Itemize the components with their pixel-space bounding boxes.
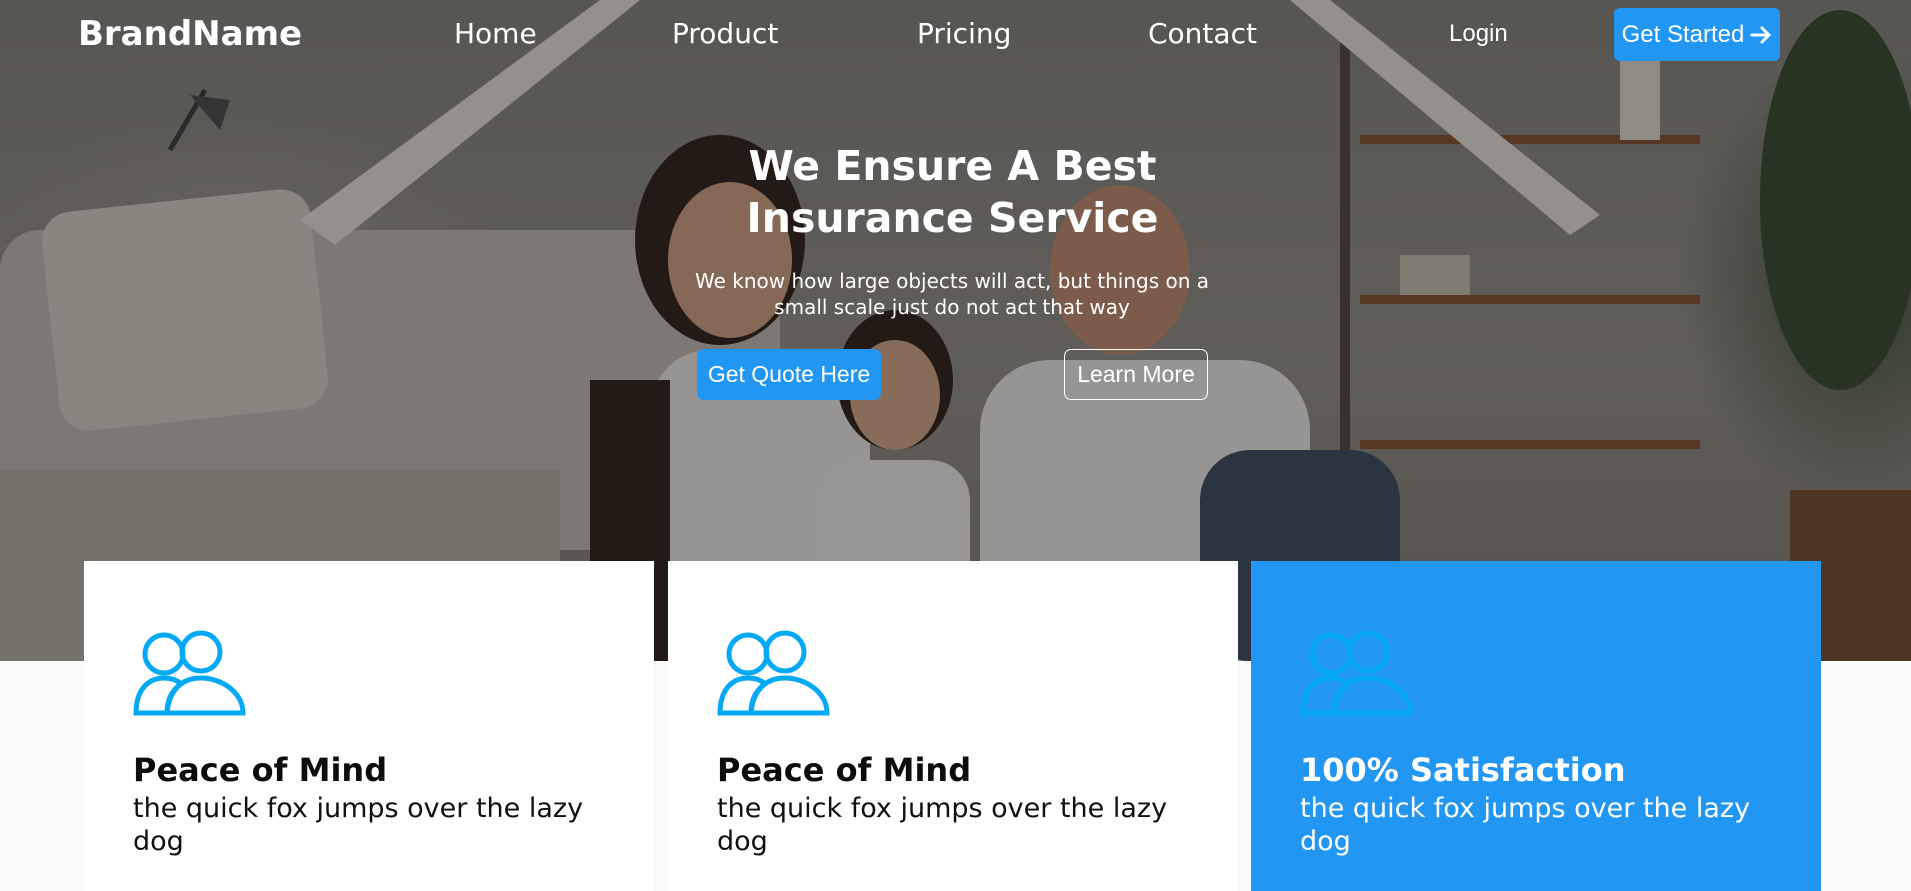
nav-link-product[interactable]: Product — [672, 14, 778, 54]
users-icon — [717, 630, 830, 716]
get-quote-button[interactable]: Get Quote Here — [697, 349, 881, 400]
feature-card-active: 100% Satisfaction the quick fox jumps ov… — [1251, 561, 1821, 891]
feature-card-text: the quick fox jumps over the lazy dog — [133, 793, 584, 857]
nav-link-home[interactable]: Home — [454, 14, 537, 54]
feature-card: Peace of Mind the quick fox jumps over t… — [668, 561, 1238, 891]
arrow-right-icon — [1750, 26, 1771, 43]
feature-card-text: the quick fox jumps over the lazy dog — [717, 793, 1168, 857]
nav-link-pricing[interactable]: Pricing — [917, 14, 1011, 54]
get-started-label: Get Started — [1621, 20, 1745, 48]
users-icon — [133, 630, 246, 716]
nav-link-contact[interactable]: Contact — [1148, 14, 1257, 54]
brand-logo[interactable]: BrandName — [78, 12, 302, 56]
feature-card: Peace of Mind the quick fox jumps over t… — [84, 561, 654, 891]
hero-subtitle: We know how large objects will act, but … — [694, 269, 1210, 319]
get-started-button[interactable]: Get Started — [1614, 8, 1780, 61]
hero-title: We Ensure A Best Insurance Service — [746, 142, 1159, 242]
feature-card-text: the quick fox jumps over the lazy dog — [1300, 793, 1751, 857]
learn-more-button[interactable]: Learn More — [1064, 349, 1208, 400]
login-link[interactable]: Login — [1449, 16, 1508, 52]
feature-card-title: Peace of Mind — [717, 751, 972, 789]
feature-card-title: Peace of Mind — [133, 751, 388, 789]
feature-card-title: 100% Satisfaction — [1300, 751, 1626, 789]
users-icon — [1300, 630, 1413, 716]
